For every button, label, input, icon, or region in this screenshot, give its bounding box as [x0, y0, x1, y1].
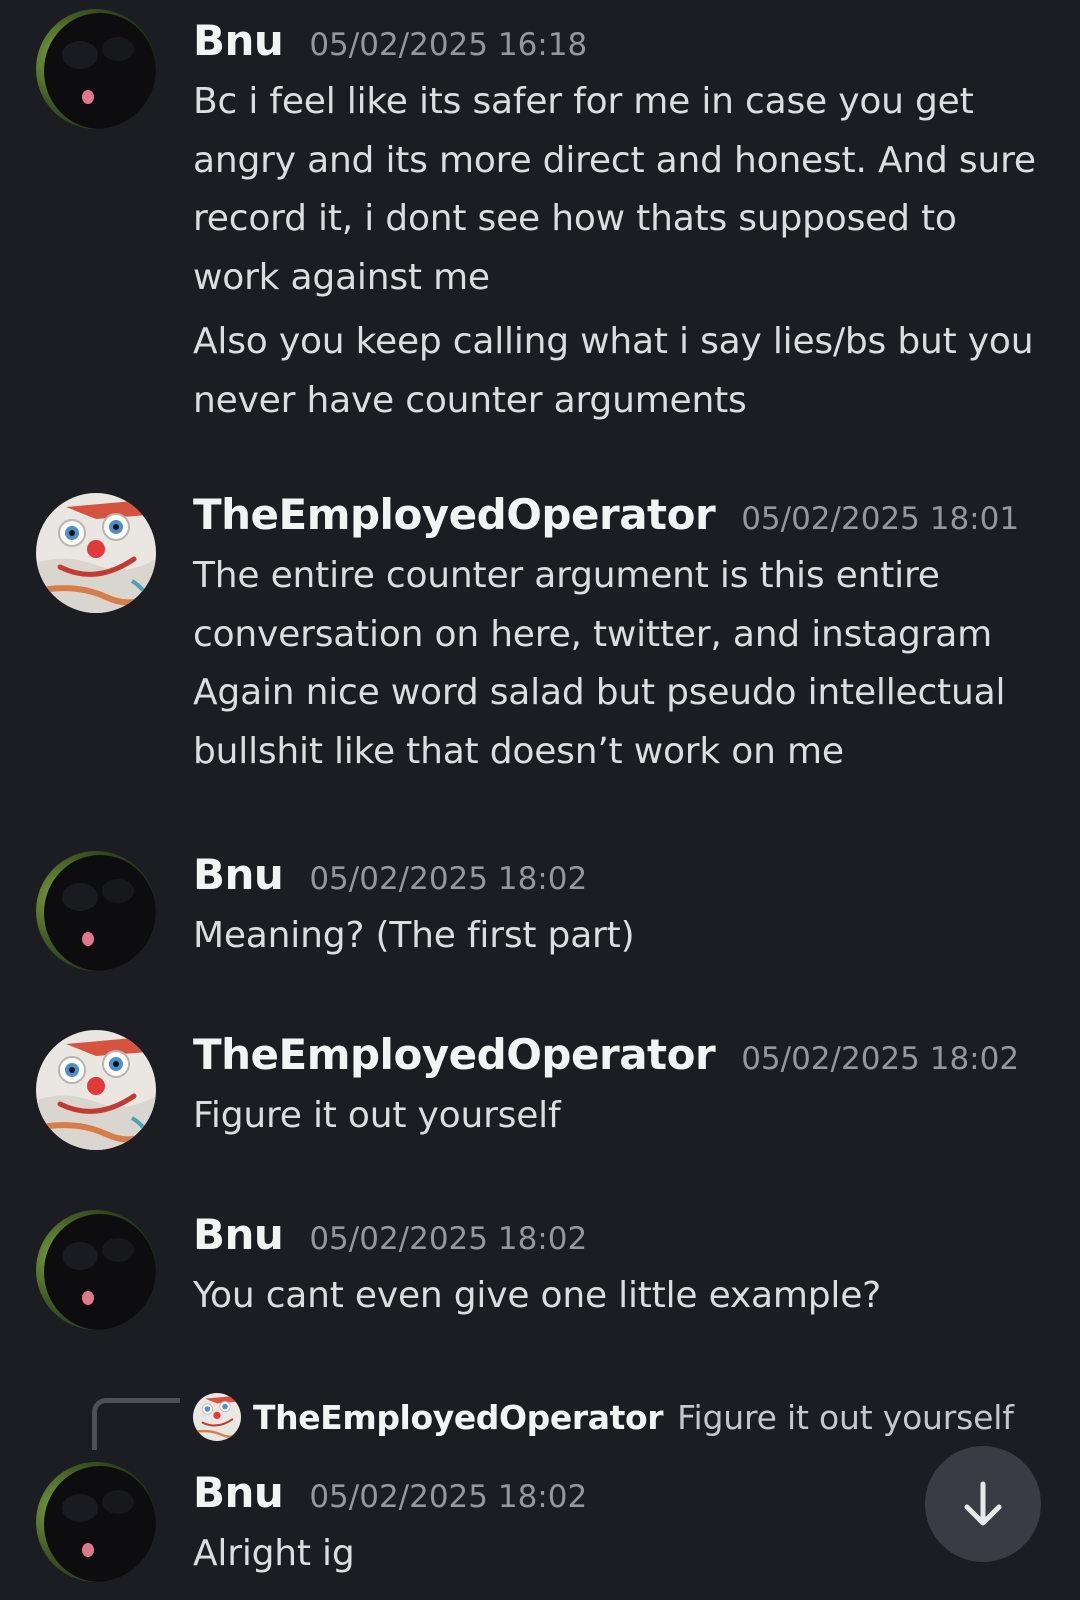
message-content: The entire counter argument is this enti…: [193, 547, 1043, 781]
message-timestamp: 05/02/2025 18:02: [309, 1221, 588, 1257]
message-line: never have counter arguments: [193, 379, 747, 421]
user-avatar[interactable]: [36, 9, 156, 129]
message[interactable]: Bnu 05/02/2025 18:02 Alright ig: [0, 1452, 1080, 1600]
message-line: You cant even give one little example?: [193, 1275, 882, 1316]
message-timestamp: 05/02/2025 16:18: [309, 27, 588, 63]
user-avatar[interactable]: [36, 1030, 156, 1150]
message-content: You cant even give one little example?: [193, 1267, 1043, 1326]
message[interactable]: Bnu 05/02/2025 16:18 Bc i feel like its …: [0, 0, 1080, 440]
message-line: Bc i feel like its safer for me in case …: [193, 81, 974, 122]
user-avatar[interactable]: [36, 1210, 156, 1330]
reply-connector: [92, 1398, 180, 1450]
user-avatar[interactable]: [36, 493, 156, 613]
message-timestamp: 05/02/2025 18:02: [309, 1479, 588, 1515]
black-bunny-avatar: [36, 851, 156, 971]
message-line: conversation on here, twitter, and insta…: [193, 613, 992, 655]
message-content: Figure it out yourself: [193, 1087, 1043, 1146]
message-line: Figure it out yourself: [193, 1095, 561, 1136]
arrow-down-icon: [964, 1481, 1002, 1526]
message[interactable]: TheEmployedOperator 05/02/2025 18:01 The…: [0, 480, 1080, 800]
message-line: Also you keep calling what i say lies/bs…: [193, 321, 1034, 362]
author-name[interactable]: TheEmployedOperator: [193, 1030, 716, 1079]
author-name[interactable]: Bnu: [193, 16, 284, 65]
message-timestamp: 05/02/2025 18:02: [309, 861, 588, 897]
message-content: Meaning? (The first part): [193, 907, 1043, 966]
black-bunny-avatar: [36, 1210, 156, 1330]
black-bunny-avatar: [36, 9, 156, 129]
message-line: record it, i dont see how thats supposed…: [193, 198, 957, 239]
cartoon-face-avatar: [193, 1393, 241, 1441]
message[interactable]: Bnu 05/02/2025 18:02 Meaning? (The first…: [0, 840, 1080, 971]
message-content: Alright ig: [193, 1525, 1043, 1584]
message-timestamp: 05/02/2025 18:02: [741, 1041, 1020, 1077]
message-content: Bc i feel like its safer for me in case …: [193, 73, 1043, 307]
message-line: Again nice word salad but pseudo intelle…: [193, 672, 1006, 713]
reply-author-name[interactable]: TheEmployedOperator: [253, 1398, 664, 1437]
reply-avatar: [193, 1393, 241, 1441]
author-name[interactable]: TheEmployedOperator: [193, 490, 716, 539]
black-bunny-avatar: [36, 1462, 156, 1582]
user-avatar[interactable]: [36, 1462, 156, 1582]
message-content: Also you keep calling what i say lies/bs…: [193, 313, 1043, 430]
reply-preview-text[interactable]: Figure it out yourself: [677, 1398, 1014, 1437]
message-line: angry and its more direct and honest. An…: [193, 139, 1036, 181]
message-line: Alright ig: [193, 1533, 355, 1574]
author-name[interactable]: Bnu: [193, 1210, 284, 1259]
message[interactable]: Bnu 05/02/2025 18:02 You cant even give …: [0, 1200, 1080, 1330]
cartoon-face-avatar: [36, 1030, 156, 1150]
message[interactable]: TheEmployedOperator 05/02/2025 18:02 Fig…: [0, 1020, 1080, 1150]
message-line: bullshit like that doesn’t work on me: [193, 730, 844, 772]
message-line: The entire counter argument is this enti…: [193, 555, 940, 596]
message-timestamp: 05/02/2025 18:01: [741, 501, 1020, 537]
message-line: Meaning? (The first part): [193, 915, 635, 956]
jump-to-present-button[interactable]: [925, 1446, 1041, 1562]
author-name[interactable]: Bnu: [193, 1468, 284, 1517]
user-avatar[interactable]: [36, 851, 156, 971]
message-line: work against me: [193, 256, 490, 298]
reply-reference[interactable]: TheEmployedOperator Figure it out yourse…: [193, 1392, 1014, 1442]
cartoon-face-avatar: [36, 493, 156, 613]
author-name[interactable]: Bnu: [193, 850, 284, 899]
